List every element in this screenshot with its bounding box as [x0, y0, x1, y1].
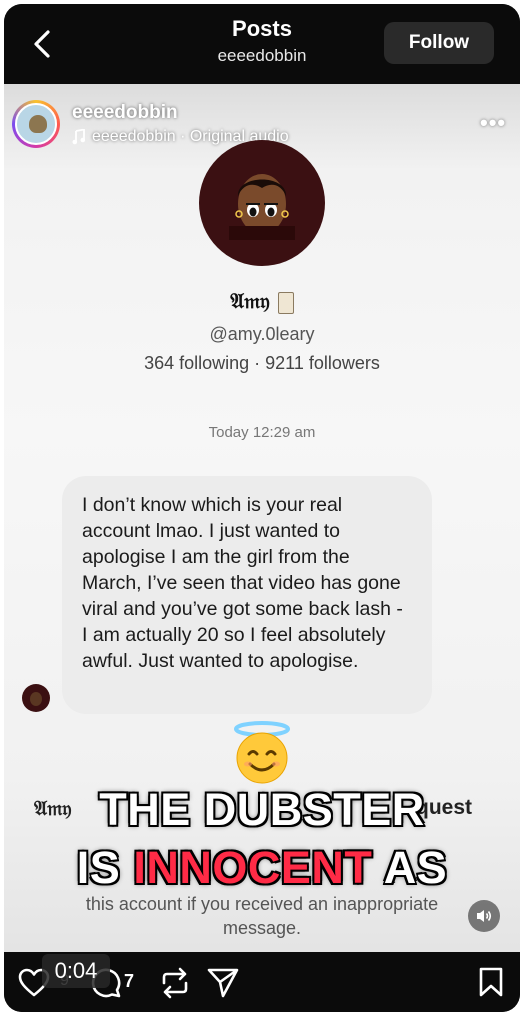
sender-avatar — [22, 684, 50, 712]
music-note-icon — [72, 129, 86, 145]
profile-stats: 364 following · 9211 followers — [144, 353, 380, 373]
sticker-icon — [277, 291, 294, 314]
caption-footer: this account if you received an inapprop… — [85, 894, 439, 938]
message-text: I don’t know which is your real account … — [82, 494, 403, 672]
elapsed-time: 0:04 — [42, 954, 110, 988]
post-viewer: Posts eeeedobbin Follow eeeedobbin eeeed… — [4, 4, 520, 1012]
video-player[interactable]: eeeedobbin eeeedobbin · Original audio •… — [4, 84, 520, 952]
bookmark-icon[interactable] — [478, 966, 504, 998]
send-icon[interactable] — [206, 967, 240, 999]
top-bar: Posts eeeedobbin Follow — [4, 4, 520, 84]
more-options-button[interactable]: ••• — [480, 110, 506, 136]
message-timestamp: Today 12:29 am — [208, 424, 316, 441]
mute-toggle-button[interactable] — [468, 900, 500, 932]
follow-button[interactable]: Follow — [384, 22, 494, 64]
profile-handle: @amy.0leary — [209, 324, 315, 344]
smiling-halo-emoji-icon — [234, 721, 290, 784]
highlighted-word: INNOCENT — [132, 841, 374, 895]
overlay-caption-line-2: IS INNOCENT AS — [75, 841, 448, 895]
overlay-caption-line-1: THE DUBSTER — [98, 783, 426, 837]
character-illustration — [229, 174, 295, 240]
repost-icon[interactable] — [158, 967, 192, 999]
poster-avatar[interactable] — [12, 100, 60, 148]
comment-count: 7 — [124, 971, 135, 991]
speaker-icon — [477, 910, 492, 922]
message-bubble: I don’t know which is your real account … — [62, 476, 432, 714]
profile-picture — [199, 140, 325, 266]
profile-display-name: 𝔄𝔪𝔶 — [4, 288, 520, 314]
poster-username[interactable]: eeeedobbin — [72, 102, 178, 124]
